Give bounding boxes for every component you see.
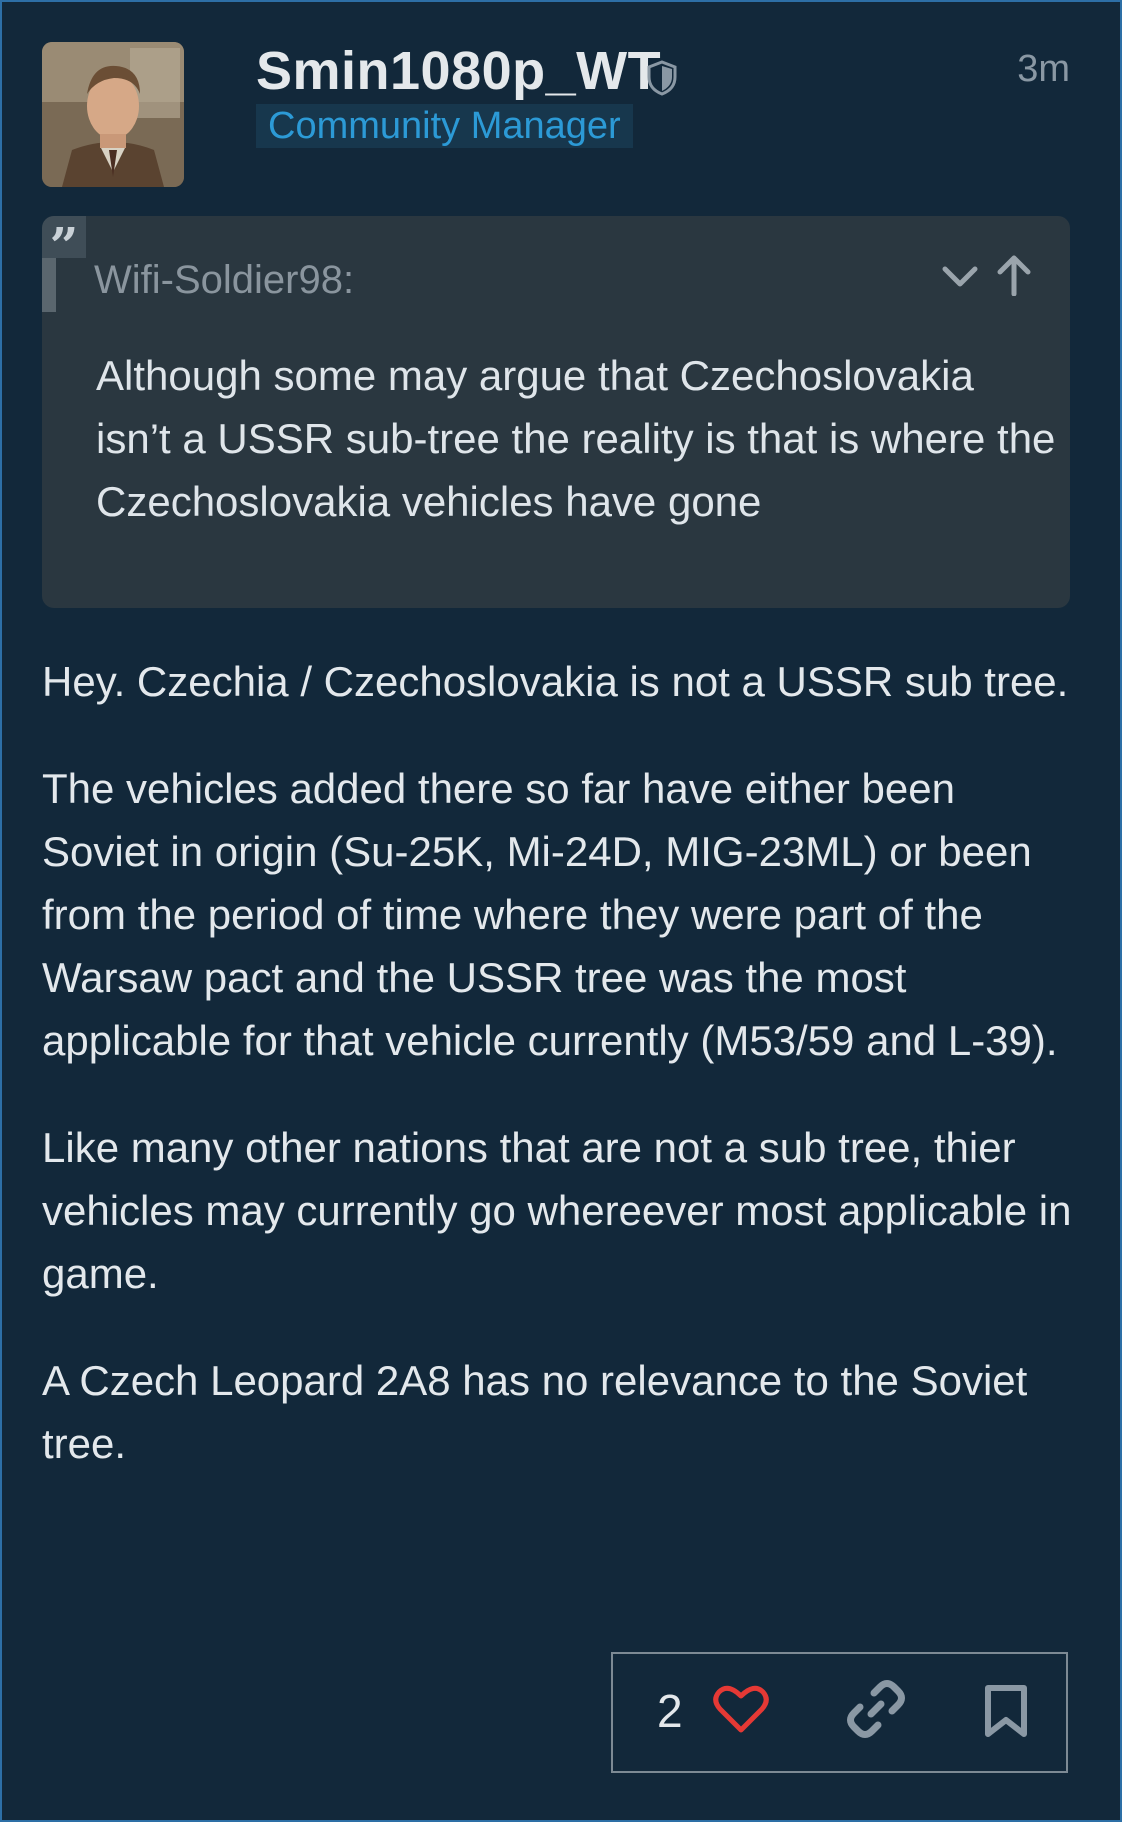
post-timestamp[interactable]: 3m (1017, 48, 1070, 91)
bookmark-icon[interactable] (983, 1684, 1029, 1738)
quote-block: ” Wifi-Soldier98: Although some may argu… (42, 216, 1070, 608)
post-paragraph: A Czech Leopard 2A8 has no relevance to … (42, 1357, 1028, 1467)
chevron-down-icon[interactable] (940, 256, 980, 296)
quote-text: Although some may argue that Czechoslova… (96, 352, 1056, 525)
shield-icon (647, 60, 677, 96)
quote-author[interactable]: Wifi-Soldier98: (94, 258, 354, 303)
arrow-up-icon[interactable] (994, 252, 1034, 296)
heart-icon[interactable] (713, 1684, 769, 1734)
like-count[interactable]: 2 (657, 1684, 683, 1738)
post-actions: 2 (611, 1652, 1068, 1773)
username[interactable]: Smin1080p_WT (256, 40, 661, 102)
post-paragraph: Hey. Czechia / Czechoslovakia is not a U… (42, 658, 1069, 705)
forum-post: Smin1080p_WT Community Manager 3m ” Wifi… (0, 0, 1122, 1822)
post-body: Hey. Czechia / Czechoslovakia is not a U… (42, 650, 1072, 1519)
post-paragraph: The vehicles added there so far have eit… (42, 765, 1058, 1064)
user-flair: Community Manager (256, 104, 633, 148)
post-paragraph: Like many other nations that are not a s… (42, 1124, 1072, 1297)
quote-bar (42, 258, 56, 312)
avatar[interactable] (42, 42, 184, 187)
link-icon[interactable] (847, 1680, 905, 1738)
quote-icon: ” (42, 216, 86, 275)
